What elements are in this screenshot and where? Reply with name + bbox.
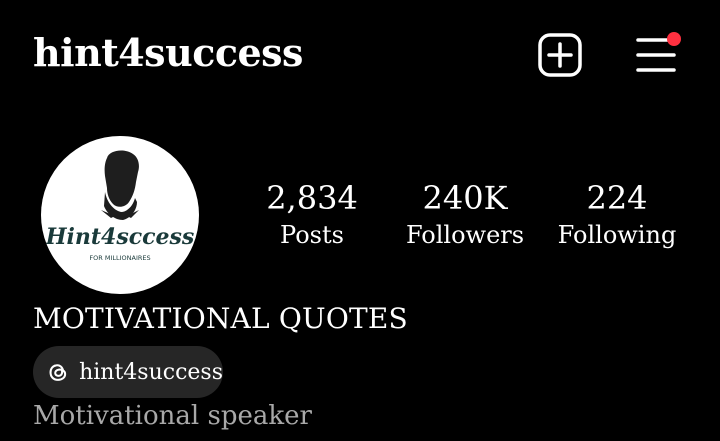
create-post-button[interactable] <box>538 33 582 77</box>
plus-square-icon <box>538 33 582 77</box>
profile-bio: Motivational speaker <box>33 401 312 431</box>
followers-label: Followers <box>405 221 525 249</box>
avatar-portrait <box>101 150 139 220</box>
threads-badge-button[interactable]: hint4success <box>33 346 223 398</box>
hamburger-menu-icon <box>636 32 681 72</box>
threads-handle: hint4success <box>79 359 223 385</box>
stat-posts[interactable]: 2,834 Posts <box>242 178 382 250</box>
notification-dot <box>667 32 681 46</box>
threads-icon <box>49 364 67 381</box>
menu-button[interactable] <box>634 30 682 78</box>
followers-count: 240K <box>422 179 508 217</box>
stat-following[interactable]: 224 Following <box>547 178 687 250</box>
profile-category: MOTIVATIONAL QUOTES <box>33 302 408 335</box>
avatar-tagline: FOR MILLIONAIRES <box>89 254 150 262</box>
posts-label: Posts <box>280 221 344 249</box>
following-count: 224 <box>586 179 648 217</box>
avatar-brand-text: Hint4sccess <box>45 224 195 250</box>
posts-count: 2,834 <box>266 179 358 217</box>
following-label: Following <box>557 221 677 249</box>
stat-followers[interactable]: 240K Followers <box>395 178 535 250</box>
profile-avatar[interactable]: Hint4sccess FOR MILLIONAIRES <box>41 136 199 294</box>
profile-username[interactable]: hint4success <box>33 30 303 75</box>
